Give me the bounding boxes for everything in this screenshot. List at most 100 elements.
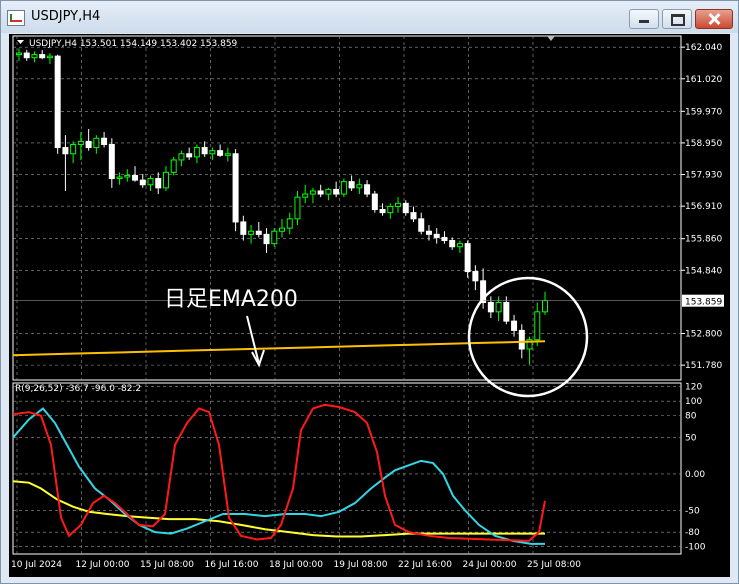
current-price-label: 153.859 xyxy=(685,298,722,308)
candle-body xyxy=(101,137,108,145)
window-title: USDJPY,H4 xyxy=(31,9,101,24)
candle-body xyxy=(116,176,123,180)
close-icon xyxy=(696,10,732,28)
chart-area[interactable]: 153.859 USDJPY,H4 153.501 154.149 153.40… xyxy=(9,34,730,577)
candle-body xyxy=(364,184,371,195)
candle-body xyxy=(472,271,479,282)
chart-canvas[interactable]: 153.859 USDJPY,H4 153.501 154.149 153.40… xyxy=(9,34,730,577)
candle-body xyxy=(495,302,502,313)
highlight-circle xyxy=(467,276,589,398)
time-axis-label: 18 Jul 00:00 xyxy=(269,560,323,570)
candle-body xyxy=(248,230,255,235)
candle-body xyxy=(302,193,309,198)
candle-body xyxy=(93,137,100,149)
candle-body xyxy=(511,320,518,331)
candle-body xyxy=(85,140,92,149)
candle-body xyxy=(31,54,38,59)
candle-body xyxy=(263,233,270,245)
candle-body xyxy=(534,311,541,341)
oscillator-axis-label: 80 xyxy=(685,412,697,422)
time-axis-label: 25 Jul 08:00 xyxy=(527,560,581,570)
candles xyxy=(16,48,548,365)
chart-window: USDJPY,H4 153.859 USDJPY,H4 153.501 154.… xyxy=(0,0,739,584)
candle-body xyxy=(433,233,440,238)
candle-body xyxy=(441,236,448,242)
title-bar[interactable]: USDJPY,H4 xyxy=(1,1,738,33)
time-axis-label: 10 Jul 2024 xyxy=(11,560,62,570)
maximize-icon xyxy=(663,10,691,28)
candle-body xyxy=(395,202,402,207)
candle-body xyxy=(132,174,139,181)
oscillator-axis-label: 0.00 xyxy=(685,470,705,480)
candle-body xyxy=(193,147,200,158)
time-axis-label: 12 Jul 00:00 xyxy=(76,560,130,570)
shift-marker-icon xyxy=(547,36,555,41)
candle-body xyxy=(371,193,378,211)
oscillator-axis-label: -80 xyxy=(685,528,700,538)
candle-body xyxy=(449,240,456,248)
price-axis-label: 161.020 xyxy=(685,75,722,85)
oscillator-axis-label: 120 xyxy=(685,383,702,393)
axis-labels: USDJPY,H4 153.501 154.149 153.402 153.85… xyxy=(11,36,722,570)
price-axis-label: 158.950 xyxy=(685,139,722,149)
candle-body xyxy=(178,153,185,161)
price-axis-label: 156.910 xyxy=(685,202,722,212)
oscillator-red-line xyxy=(12,403,546,542)
minimize-icon xyxy=(630,10,658,28)
candle-body xyxy=(46,55,53,59)
oscillator-header: R(9,26,52) -36.7 -96.0 -82.2 xyxy=(15,384,141,394)
candle-body xyxy=(356,184,363,189)
candle-body xyxy=(170,159,177,173)
candle-body xyxy=(70,143,77,155)
candle-body xyxy=(379,209,386,214)
maximize-button[interactable] xyxy=(662,9,692,29)
candle-body xyxy=(325,188,332,195)
price-axis-label: 151.780 xyxy=(685,361,722,371)
ema200-line xyxy=(12,340,546,357)
candle-body xyxy=(108,143,115,180)
candle-body xyxy=(503,302,510,322)
candle-body xyxy=(201,147,208,155)
candle-body xyxy=(348,181,355,189)
grid-lines xyxy=(12,35,685,555)
candle-body xyxy=(333,188,340,195)
candle-body xyxy=(317,190,324,195)
candle-body xyxy=(232,153,239,223)
candle-body xyxy=(23,52,30,59)
overlays: 153.859 xyxy=(12,276,724,398)
chart-app-icon xyxy=(7,10,25,26)
candle-body xyxy=(139,179,146,186)
minimize-button[interactable] xyxy=(629,9,659,29)
candle-body xyxy=(124,174,131,178)
candle-body xyxy=(77,140,84,145)
time-axis-label: 24 Jul 00:00 xyxy=(463,560,517,570)
time-axis-label: 16 Jul 16:00 xyxy=(205,560,259,570)
candle-body xyxy=(518,329,525,350)
candle-body xyxy=(279,227,285,232)
candle-body xyxy=(340,181,347,195)
oscillator-cyan-line xyxy=(12,407,545,545)
candle-body xyxy=(456,243,463,248)
candle-body xyxy=(387,205,394,214)
oscillator-axis-label: 100 xyxy=(685,397,702,407)
candle-body xyxy=(54,55,61,149)
time-axis-label: 15 Jul 08:00 xyxy=(140,560,194,570)
candle-body xyxy=(542,300,548,313)
candle-body xyxy=(155,178,162,189)
main-panel-header: USDJPY,H4 153.501 154.149 153.402 153.85… xyxy=(29,39,238,49)
candle-body xyxy=(286,218,293,229)
candle-body xyxy=(309,190,316,195)
candle-body xyxy=(294,196,301,220)
candle-body xyxy=(224,153,231,156)
annotation-arrow xyxy=(246,315,260,365)
candle-body xyxy=(16,52,22,56)
oscillator-axis-label: -50 xyxy=(685,506,700,516)
candle-body xyxy=(464,243,471,273)
candle-body xyxy=(271,230,278,245)
close-button[interactable] xyxy=(695,9,733,29)
candle-body xyxy=(209,150,216,155)
oscillator-axis-label: 50 xyxy=(685,434,697,444)
price-axis-label: 155.860 xyxy=(685,235,722,245)
oscillator-axis-label: -100 xyxy=(685,543,706,553)
candle-body xyxy=(418,218,425,232)
